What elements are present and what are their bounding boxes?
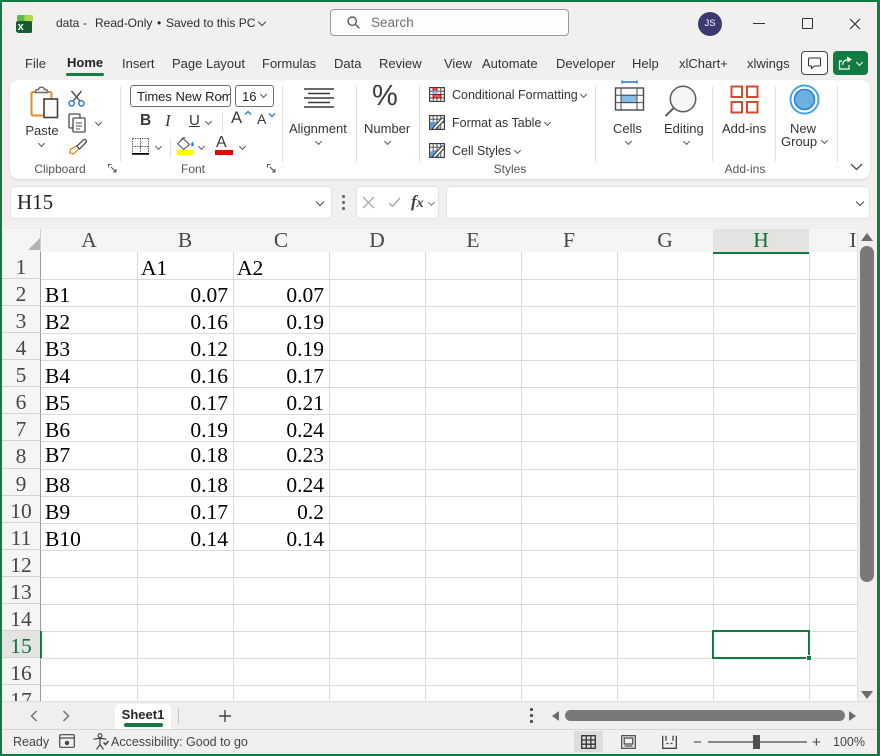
svg-text:x: x [18,21,25,33]
